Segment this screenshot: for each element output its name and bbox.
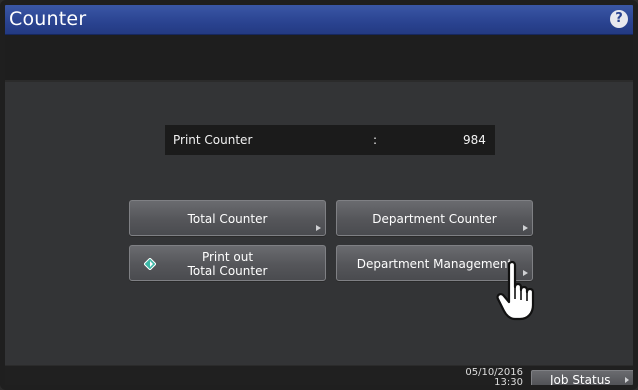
department-counter-button[interactable]: Department Counter — [336, 200, 533, 236]
total-counter-button[interactable]: Total Counter — [129, 200, 326, 236]
total-counter-label: Total Counter — [187, 212, 268, 226]
print-out-total-counter-button[interactable]: Print out Total Counter — [129, 245, 326, 281]
chevron-right-icon — [316, 225, 321, 231]
print-counter-readout: Print Counter : 984 — [165, 125, 495, 155]
status-footer: 05/10/2016 13:30 Job Status — [5, 366, 633, 388]
date-time: 05/10/2016 13:30 — [465, 368, 523, 388]
title-bar: Counter ? — [5, 5, 633, 35]
print-out-label: Print out Total Counter — [130, 250, 325, 278]
chevron-right-icon — [625, 377, 629, 383]
app-window: Counter ? Print Counter : 984 Total Coun… — [0, 0, 638, 390]
pointing-hand-icon — [496, 260, 535, 321]
print-counter-separator: : — [373, 133, 378, 147]
print-counter-value: 984 — [463, 133, 486, 147]
print-out-line1: Print out — [201, 250, 254, 264]
print-counter-label: Print Counter — [173, 133, 253, 147]
chevron-right-icon — [523, 225, 528, 231]
print-out-line2: Total Counter — [187, 264, 268, 278]
toolbar — [5, 35, 633, 80]
window-title: Counter — [9, 8, 87, 30]
time-text: 13:30 — [494, 377, 523, 388]
job-status-button[interactable]: Job Status — [531, 370, 633, 387]
job-status-label: Job Status — [550, 373, 611, 387]
help-icon[interactable]: ? — [610, 10, 628, 28]
department-counter-label: Department Counter — [372, 212, 497, 226]
